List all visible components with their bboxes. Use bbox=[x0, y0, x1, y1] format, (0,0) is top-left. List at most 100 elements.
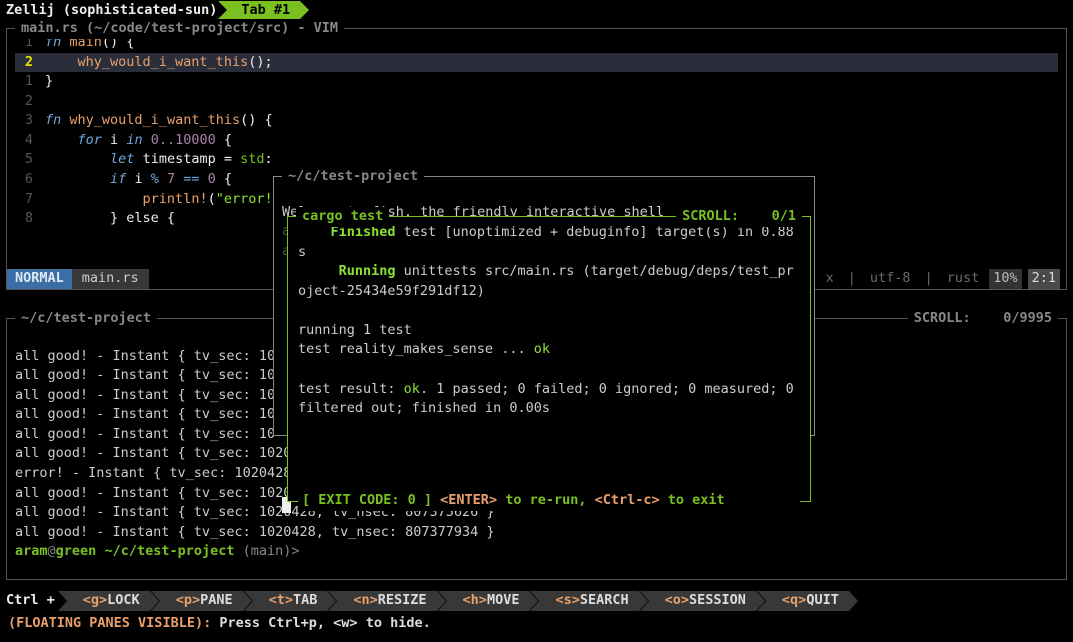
prompt-user: aram bbox=[15, 543, 48, 559]
status-filename: main.rs bbox=[72, 269, 149, 289]
code-text: () { bbox=[240, 112, 273, 128]
keybind-prefix: Ctrl + bbox=[6, 591, 57, 611]
key-label: MOVE bbox=[487, 591, 520, 611]
key-hint: <h> bbox=[463, 591, 487, 611]
cargo-text: test reality_makes_sense ... bbox=[298, 341, 534, 357]
keybind-lock[interactable]: <g> LOCK bbox=[67, 591, 150, 611]
keybind-pane[interactable]: <p> PANE bbox=[160, 591, 243, 611]
code-text: { bbox=[216, 132, 232, 148]
hint-text: to hide. bbox=[358, 615, 431, 631]
string: "error! bbox=[216, 191, 273, 207]
hint-key: Ctrl+p bbox=[268, 615, 317, 631]
keyword: fn bbox=[45, 112, 61, 128]
keyword: if bbox=[110, 171, 126, 187]
code-text: i bbox=[110, 132, 118, 148]
operator: == bbox=[175, 171, 208, 187]
code-text: = bbox=[216, 151, 240, 167]
scroll-value: 0/9995 bbox=[1003, 310, 1052, 326]
status-right: x | utf-8 | rust 10% 2:1 bbox=[822, 269, 1066, 289]
status-encoding: utf-8 bbox=[866, 269, 915, 289]
scroll-label: SCROLL: bbox=[682, 208, 739, 224]
output-line: all good! - Instant { tv_sec: 1020428, t… bbox=[15, 524, 495, 540]
keyword: for bbox=[78, 132, 102, 148]
code-text: : bbox=[265, 151, 273, 167]
key-label: RESIZE bbox=[378, 591, 427, 611]
keybind-move[interactable]: <h> MOVE bbox=[447, 591, 530, 611]
keybind-quit[interactable]: <q> QUIT bbox=[766, 591, 849, 611]
keybind-bar: Ctrl + <g> LOCK <p> PANE <t> TAB <n> RES… bbox=[6, 590, 1067, 612]
gutter: 4 bbox=[15, 131, 45, 151]
vim-mode: NORMAL bbox=[7, 269, 72, 289]
output-scroll-indicator: SCROLL: 0/9995 bbox=[908, 309, 1058, 329]
key-label: TAB bbox=[293, 591, 317, 611]
output-line: error! - Instant { tv_sec: 1020428 bbox=[15, 465, 291, 481]
keybind-tab[interactable]: <t> TAB bbox=[253, 591, 328, 611]
prompt-char[interactable]: > bbox=[291, 543, 299, 559]
key-label: PANE bbox=[200, 591, 233, 611]
floating-panes-hint: (FLOATING PANES VISIBLE): Press Ctrl+p, … bbox=[6, 612, 1067, 636]
code-text: ( bbox=[208, 191, 216, 207]
cargo-output: Finished test [unoptimized + debuginfo] … bbox=[288, 217, 810, 425]
code-text: { bbox=[216, 171, 232, 187]
prompt-at: @ bbox=[48, 543, 56, 559]
gutter: 2 bbox=[15, 92, 45, 112]
prompt-path: ~/c/test-project bbox=[104, 543, 234, 559]
key-hint: <q> bbox=[782, 591, 806, 611]
tab-active[interactable]: Tab #1 bbox=[227, 1, 300, 20]
keybind-search[interactable]: <s> SEARCH bbox=[539, 591, 638, 611]
output-line: all good! - Instant { tv_sec: 10 bbox=[15, 387, 275, 403]
exit-code-label: [ EXIT CODE: 0 ] bbox=[302, 492, 440, 508]
number: 0..10000 bbox=[151, 132, 216, 148]
cargo-scroll-indicator: SCROLL: 0/1 bbox=[676, 207, 802, 227]
number: 7 bbox=[167, 171, 175, 187]
key-hint: <t> bbox=[269, 591, 293, 611]
top-bar: Zellij (sophisticated-sun) Tab #1 bbox=[0, 0, 1073, 21]
hint-paren: ): bbox=[195, 615, 211, 631]
gutter: 8 bbox=[15, 209, 45, 229]
gutter: 3 bbox=[15, 111, 45, 131]
status-x: x bbox=[822, 269, 838, 289]
floating-cargo-pane[interactable]: cargo test SCROLL: 0/1 Finished test [un… bbox=[287, 216, 811, 502]
code-text: } else { bbox=[110, 210, 175, 226]
gutter: 1 bbox=[15, 72, 45, 92]
output-line: all good! - Instant { tv_sec: 10 bbox=[15, 367, 275, 383]
cargo-text: to exit bbox=[660, 492, 725, 508]
app-name: Zellij bbox=[6, 1, 55, 21]
key-label: QUIT bbox=[806, 591, 839, 611]
gutter: 7 bbox=[15, 190, 45, 210]
cargo-text: to re-run, bbox=[497, 492, 595, 508]
gutter: 5 bbox=[15, 150, 45, 170]
scroll-label: SCROLL: bbox=[914, 310, 971, 326]
output-line: all good! - Instant { tv_sec: 10 bbox=[15, 348, 275, 364]
macro: println! bbox=[143, 191, 208, 207]
cargo-ok: ok bbox=[404, 381, 420, 397]
enter-key-hint: <ENTER> bbox=[440, 492, 497, 508]
module: std bbox=[240, 151, 264, 167]
keybind-session[interactable]: <o> SESSION bbox=[649, 591, 756, 611]
keybind-resize[interactable]: <n> RESIZE bbox=[337, 591, 436, 611]
status-lang: rust bbox=[943, 269, 984, 289]
cargo-ok: ok bbox=[534, 341, 550, 357]
hint-text: , bbox=[317, 615, 333, 631]
cargo-exit-line: [ EXIT CODE: 0 ] <ENTER> to re-run, <Ctr… bbox=[298, 491, 800, 511]
number: 0 bbox=[208, 171, 216, 187]
code-text: } bbox=[45, 73, 53, 89]
scroll-value: 0/1 bbox=[772, 208, 796, 224]
key-hint: <n> bbox=[353, 591, 377, 611]
code-text: i bbox=[134, 171, 142, 187]
cargo-running-label: Running bbox=[339, 263, 396, 279]
prompt-branch: (main) bbox=[243, 543, 292, 559]
cargo-text: running 1 test bbox=[298, 322, 412, 338]
output-line: all good! - Instant { tv_sec: 10 bbox=[15, 426, 275, 442]
hint-key: <w> bbox=[333, 615, 357, 631]
operator: % bbox=[143, 171, 167, 187]
fn-name: why_would_i_want_this bbox=[69, 112, 240, 128]
prompt-host: green bbox=[56, 543, 97, 559]
output-line: all good! - Instant { tv_sec: 10 bbox=[15, 406, 275, 422]
key-label: SESSION bbox=[689, 591, 746, 611]
key-label: SEARCH bbox=[580, 591, 629, 611]
key-hint: <s> bbox=[555, 591, 579, 611]
gutter: 6 bbox=[15, 170, 45, 190]
hint-text: Press bbox=[211, 615, 268, 631]
code-text: timestamp bbox=[143, 151, 216, 167]
